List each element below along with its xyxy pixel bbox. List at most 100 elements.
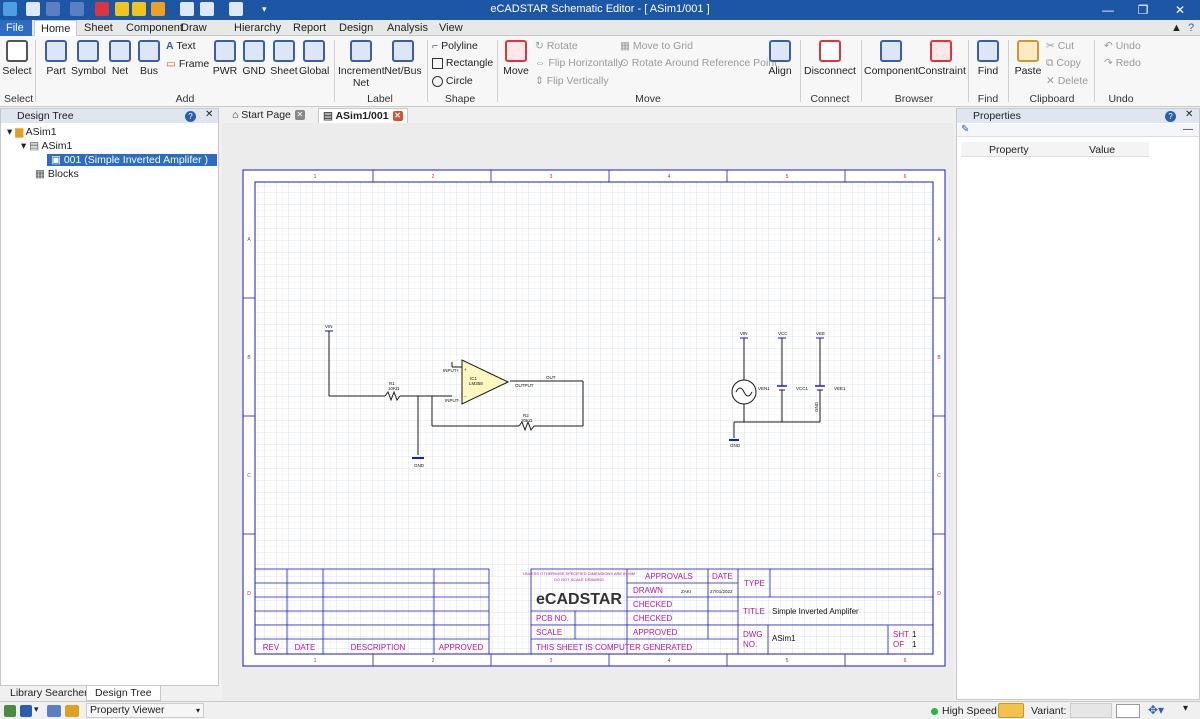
pcb-no-label: PCB NO. (536, 614, 569, 623)
sheet-button[interactable]: Sheet (270, 40, 298, 77)
dwg-value: ASim1 (772, 634, 796, 643)
text-button[interactable]: A Text (166, 40, 196, 52)
flip-vertically-button[interactable]: ⇕ Flip Vertically (535, 75, 609, 87)
zone-col-label: 3 (550, 658, 553, 664)
constraint-browser-button[interactable]: Constraint (918, 40, 966, 77)
group-label: Label (367, 93, 393, 105)
rectangle-button[interactable]: Rectangle (432, 57, 493, 69)
global-button[interactable]: Global (299, 40, 329, 77)
grid-view-icon[interactable] (1116, 704, 1140, 718)
close-tab-icon[interactable]: ✕ (392, 111, 403, 122)
svg-text:+: + (464, 367, 467, 372)
variant-label: Variant: (1031, 705, 1067, 717)
layout-icon[interactable] (20, 705, 32, 717)
dropdown-icon: ▾ (195, 706, 200, 715)
schematic-canvas[interactable]: 1 2 3 4 5 6 1 2 3 4 5 6 A B C D A B C D (222, 123, 954, 700)
tab-file[interactable]: File (0, 20, 32, 36)
part-button[interactable]: Part (44, 40, 68, 77)
group-connect: Connect (810, 93, 850, 105)
variant-dropdown[interactable] (1070, 703, 1112, 718)
tab-sheet[interactable]: Sheet (78, 20, 119, 36)
circle-button[interactable]: Circle (432, 75, 473, 87)
more-options-icon[interactable]: ▾ (1183, 703, 1188, 714)
gnd-label: GND (414, 463, 425, 468)
property-viewer-dropdown[interactable]: Property Viewer ▾ (86, 703, 204, 718)
minimize-icon[interactable]: — (1093, 2, 1123, 18)
properties-header: Properties (957, 109, 1199, 123)
polyline-button[interactable]: ⌐ Polyline (432, 40, 478, 52)
property-column-header[interactable]: Property (989, 144, 1029, 156)
flip-h-label: Flip Horizontally (548, 57, 624, 69)
select-button[interactable]: Select (2, 40, 32, 77)
tab-sheet-asim1[interactable]: ▤ ASim1/001 ✕ (318, 108, 408, 123)
tab-library-searcher[interactable]: Library Searcher (2, 686, 96, 701)
paste-button[interactable]: Paste (1013, 40, 1043, 77)
minimize-toolbar-icon[interactable]: — (1183, 124, 1193, 135)
close-panel-icon[interactable]: ✕ (205, 109, 213, 120)
maximize-icon[interactable]: ❐ (1128, 2, 1158, 18)
tab-design[interactable]: Design (333, 20, 379, 36)
netbus-label-button[interactable]: Net/Bus (384, 40, 422, 77)
frame-button[interactable]: ▭ Frame (166, 58, 209, 70)
tree-item-blocks[interactable]: ▦ Blocks (35, 168, 79, 180)
sheet-tab-icon: ▤ (323, 110, 333, 122)
copy-button[interactable]: ⧉ Copy (1046, 57, 1081, 70)
rotate-button[interactable]: ↻ Rotate (535, 40, 578, 52)
rotate-reference-button[interactable]: ⊙ Rotate Around Reference Point (620, 57, 777, 69)
zone-col-label: 4 (668, 658, 671, 664)
help-icon[interactable]: ? (185, 111, 196, 122)
toggle-dropdown-icon[interactable]: ▾ (34, 704, 39, 715)
align-button[interactable]: Align (766, 40, 794, 77)
move-label: Move (503, 65, 529, 77)
symbol-button[interactable]: Symbol (71, 40, 106, 77)
tab-home[interactable]: Home (34, 20, 78, 37)
property-viewer-label: Property Viewer (90, 704, 165, 716)
bus-button[interactable]: Bus (137, 40, 161, 77)
tab-draw[interactable]: Draw (175, 20, 213, 36)
close-icon[interactable]: ✕ (1165, 2, 1195, 18)
tab-design-tree[interactable]: Design Tree (86, 686, 161, 701)
monitor-icon[interactable] (47, 705, 61, 717)
snap-mode-icon[interactable] (998, 703, 1024, 718)
close-tab-icon[interactable]: ✕ (294, 110, 305, 121)
tree-item-label: ASim1 (25, 126, 57, 138)
tab-report[interactable]: Report (287, 20, 332, 36)
tab-view[interactable]: View (433, 20, 469, 36)
edit-property-icon[interactable]: ✎ (961, 124, 969, 135)
panel-toggle-icon[interactable] (4, 705, 16, 717)
tab-start-page[interactable]: ⌂ Start Page ✕ (228, 108, 309, 123)
tab-hierarchy[interactable]: Hierarchy (228, 20, 287, 36)
tree-item-project[interactable]: ▾ ▆ ASim1 (7, 126, 57, 138)
move-button[interactable]: Move (502, 40, 530, 77)
component-browser-button[interactable]: Component (864, 40, 918, 77)
find-button[interactable]: Find (974, 40, 1002, 77)
tree-view-icon[interactable] (65, 705, 79, 717)
rotate-ref-label: Rotate Around Reference Point (631, 57, 778, 69)
gnd-button[interactable]: GND (241, 40, 267, 77)
redo-button[interactable]: ↷ Redo (1104, 57, 1141, 69)
help-menu-icon[interactable]: ? (1182, 20, 1200, 36)
help-icon[interactable]: ? (1165, 111, 1176, 122)
group-clipboard: Clipboard (1029, 93, 1075, 105)
description-header: DESCRIPTION (351, 643, 406, 652)
move-to-grid-button[interactable]: ▦ Move to Grid (620, 40, 693, 52)
tree-item-sheet[interactable]: ▣ 001 (Simple Inverted Amplifer ) (47, 154, 217, 166)
delete-button[interactable]: ✕ Delete (1046, 75, 1088, 87)
gnd-supply-label: GND (730, 443, 741, 448)
schematic-svg[interactable]: 1 2 3 4 5 6 1 2 3 4 5 6 A B C D A B C D (222, 123, 954, 700)
flip-horizontally-button[interactable]: ⇔ Flip Horizontally (535, 57, 623, 69)
close-panel-icon[interactable]: ✕ (1185, 109, 1193, 120)
pwr-button[interactable]: PWR (212, 40, 238, 77)
increment-net-button[interactable]: Increment Net (338, 40, 385, 89)
tree-item-design[interactable]: ▾ ▤ ASim1 (21, 140, 72, 152)
divider (497, 40, 498, 102)
net-button[interactable]: Net (108, 40, 132, 77)
sheet-label: Sheet (270, 65, 298, 77)
properties-panel: Properties ? ✕ ✎ — Property Value (956, 108, 1200, 700)
undo-button[interactable]: ↶ Undo (1104, 40, 1141, 52)
tab-analysis[interactable]: Analysis (381, 20, 434, 36)
disconnect-button[interactable]: Disconnect (804, 40, 856, 77)
zoom-fit-icon[interactable]: ✥▾ (1148, 703, 1164, 717)
cut-button[interactable]: ✂ Cut (1046, 40, 1074, 52)
value-column-header[interactable]: Value (1089, 144, 1115, 156)
